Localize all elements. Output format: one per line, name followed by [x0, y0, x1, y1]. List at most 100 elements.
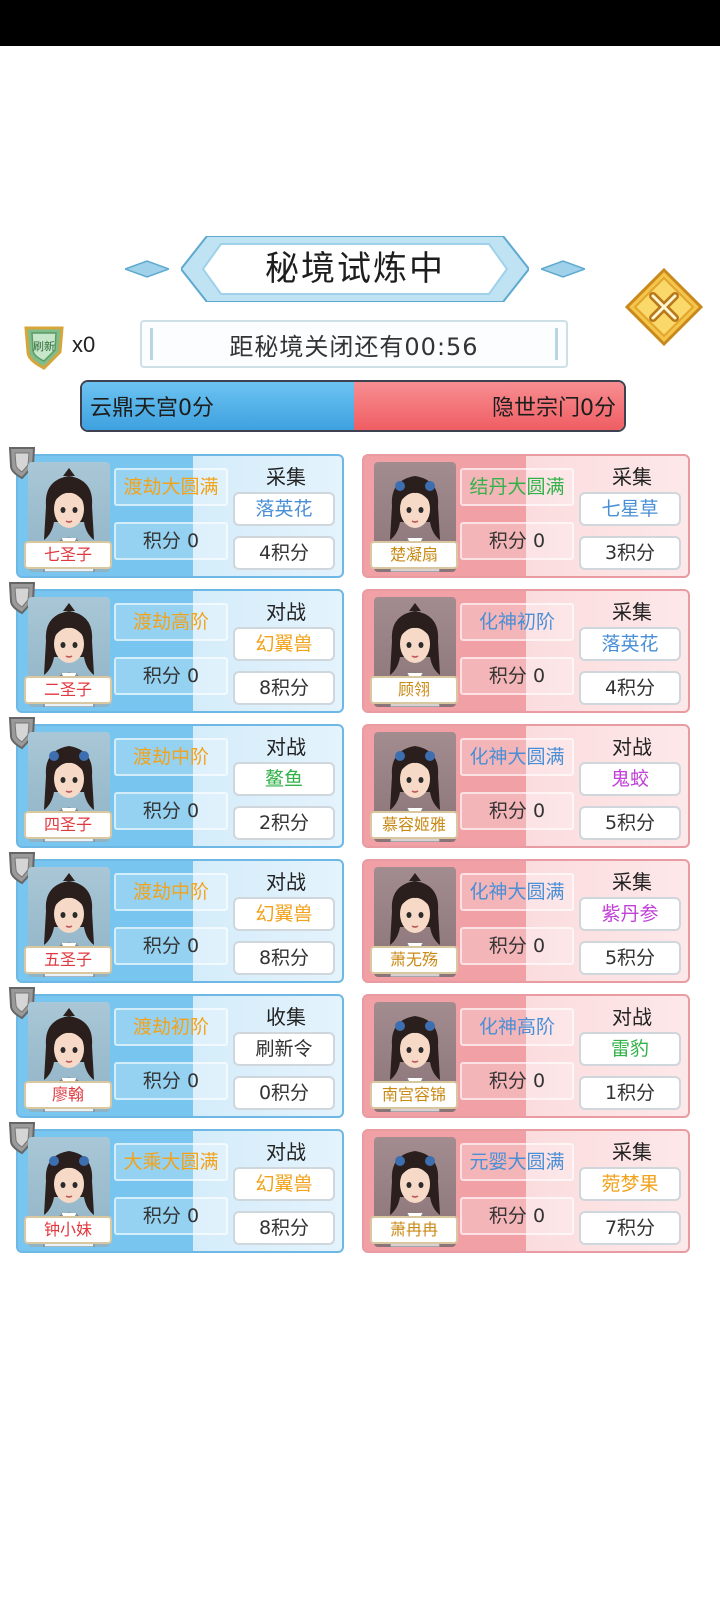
red-character-card[interactable]: 顾翎 化神初阶 积分 0 采集 落英花 4积分	[362, 589, 690, 713]
task-type: 采集	[266, 465, 306, 489]
character-points: 积分 0	[114, 1197, 228, 1235]
cultivation-realm: 渡劫高阶	[114, 603, 228, 641]
red-character-card[interactable]: 萧无殇 化神大圆满 积分 0 采集 紫丹参 5积分	[362, 859, 690, 983]
task-type: 对战	[266, 600, 306, 624]
character-name: 顾翎	[370, 676, 458, 704]
blue-character-card[interactable]: 钟小妹 大乘大圆满 积分 0 对战 幻翼兽 8积分	[8, 1122, 344, 1253]
character-points: 积分 0	[114, 657, 228, 695]
blue-character-card[interactable]: 四圣子 渡劫中阶 积分 0 对战 鳌鱼 2积分	[8, 717, 344, 848]
task-target: 幻翼兽	[233, 1167, 335, 1201]
character-points: 积分 0	[114, 1062, 228, 1100]
task-reward: 8积分	[233, 671, 335, 705]
page-title: 秘境试炼中	[265, 249, 445, 289]
red-character-card[interactable]: 南宫容锦 化神高阶 积分 0 对战 雷豹 1积分	[362, 994, 690, 1118]
task-reward: 5积分	[579, 806, 681, 840]
task-target: 雷豹	[579, 1032, 681, 1066]
task-type: 对战	[266, 870, 306, 894]
countdown-timer: 距秘境关闭还有00:56	[140, 320, 568, 368]
close-icon	[624, 267, 704, 347]
task-type: 对战	[266, 735, 306, 759]
cultivation-realm: 大乘大圆满	[114, 1143, 228, 1181]
banner-ornament-right-icon	[538, 260, 588, 278]
character-points: 积分 0	[114, 927, 228, 965]
character-points: 积分 0	[114, 522, 228, 560]
task-reward: 8积分	[233, 941, 335, 975]
character-name: 四圣子	[24, 811, 112, 839]
task-reward: 7积分	[579, 1211, 681, 1245]
character-points: 积分 0	[460, 522, 574, 560]
title-banner: 秘境试炼中	[122, 236, 588, 302]
cultivation-realm: 元婴大圆满	[460, 1143, 574, 1181]
cultivation-realm: 化神大圆满	[460, 873, 574, 911]
red-character-card[interactable]: 楚凝扇 结丹大圆满 积分 0 采集 七星草 3积分	[362, 454, 690, 578]
red-team-score: 隐世宗门0分	[354, 382, 624, 430]
cultivation-realm: 化神高阶	[460, 1008, 574, 1046]
character-name: 廖翰	[24, 1081, 112, 1109]
character-name: 钟小妹	[24, 1216, 112, 1244]
task-type: 对战	[612, 735, 652, 759]
character-name: 楚凝扇	[370, 541, 458, 569]
cultivation-realm: 渡劫大圆满	[114, 468, 228, 506]
banner-ornament-left-icon	[122, 260, 172, 278]
character-name: 五圣子	[24, 946, 112, 974]
task-target: 落英花	[579, 627, 681, 661]
cultivation-realm: 化神初阶	[460, 603, 574, 641]
character-name: 七圣子	[24, 541, 112, 569]
team-score-bar: 云鼎天宫0分 隐世宗门0分	[80, 380, 626, 432]
cultivation-realm: 渡劫中阶	[114, 738, 228, 776]
task-reward: 2积分	[233, 806, 335, 840]
status-bar	[0, 0, 720, 46]
character-points: 积分 0	[460, 927, 574, 965]
countdown-text: 距秘境关闭还有00:56	[229, 332, 479, 361]
character-name: 南宫容锦	[370, 1081, 458, 1109]
character-name: 萧冉冉	[370, 1216, 458, 1244]
task-target: 落英花	[233, 492, 335, 526]
task-type: 采集	[612, 465, 652, 489]
character-points: 积分 0	[114, 792, 228, 830]
task-type: 对战	[612, 1005, 652, 1029]
character-points: 积分 0	[460, 1197, 574, 1235]
task-reward: 8积分	[233, 1211, 335, 1245]
task-type: 采集	[612, 1140, 652, 1164]
blue-character-card[interactable]: 廖翰 渡劫初阶 积分 0 收集 刷新令 0积分	[8, 987, 344, 1118]
task-type: 采集	[612, 870, 652, 894]
character-name: 萧无殇	[370, 946, 458, 974]
task-target: 幻翼兽	[233, 897, 335, 931]
red-team-label: 隐世宗门0分	[492, 396, 616, 421]
character-points: 积分 0	[460, 792, 574, 830]
task-reward: 5积分	[579, 941, 681, 975]
blue-character-card[interactable]: 二圣子 渡劫高阶 积分 0 对战 幻翼兽 8积分	[8, 582, 344, 713]
task-target: 鳌鱼	[233, 762, 335, 796]
cultivation-realm: 结丹大圆满	[460, 468, 574, 506]
blue-character-card[interactable]: 七圣子 渡劫大圆满 积分 0 采集 落英花 4积分	[8, 447, 344, 578]
refresh-token-icon: 刷新	[22, 322, 66, 370]
character-points: 积分 0	[460, 657, 574, 695]
task-target: 七星草	[579, 492, 681, 526]
task-target: 菀梦果	[579, 1167, 681, 1201]
task-target: 鬼蛟	[579, 762, 681, 796]
task-reward: 1积分	[579, 1076, 681, 1110]
red-character-card[interactable]: 慕容姬雅 化神大圆满 积分 0 对战 鬼蛟 5积分	[362, 724, 690, 848]
task-reward: 4积分	[233, 536, 335, 570]
red-character-card[interactable]: 萧冉冉 元婴大圆满 积分 0 采集 菀梦果 7积分	[362, 1129, 690, 1253]
token-count: x0	[72, 332, 96, 357]
close-button[interactable]	[624, 267, 704, 347]
title-plate: 秘境试炼中	[181, 236, 529, 302]
task-target: 幻翼兽	[233, 627, 335, 661]
cultivation-realm: 渡劫中阶	[114, 873, 228, 911]
blue-character-card[interactable]: 五圣子 渡劫中阶 积分 0 对战 幻翼兽 8积分	[8, 852, 344, 983]
task-type: 采集	[612, 600, 652, 624]
task-reward: 4积分	[579, 671, 681, 705]
task-target: 紫丹参	[579, 897, 681, 931]
task-reward: 0积分	[233, 1076, 335, 1110]
cultivation-realm: 渡劫初阶	[114, 1008, 228, 1046]
character-name: 慕容姬雅	[370, 811, 458, 839]
character-name: 二圣子	[24, 676, 112, 704]
task-type: 收集	[266, 1005, 306, 1029]
task-target: 刷新令	[233, 1032, 335, 1066]
cultivation-realm: 化神大圆满	[460, 738, 574, 776]
token-icon-text: 刷新	[33, 339, 55, 353]
blue-team-score: 云鼎天宫0分	[82, 382, 354, 430]
task-type: 对战	[266, 1140, 306, 1164]
task-reward: 3积分	[579, 536, 681, 570]
